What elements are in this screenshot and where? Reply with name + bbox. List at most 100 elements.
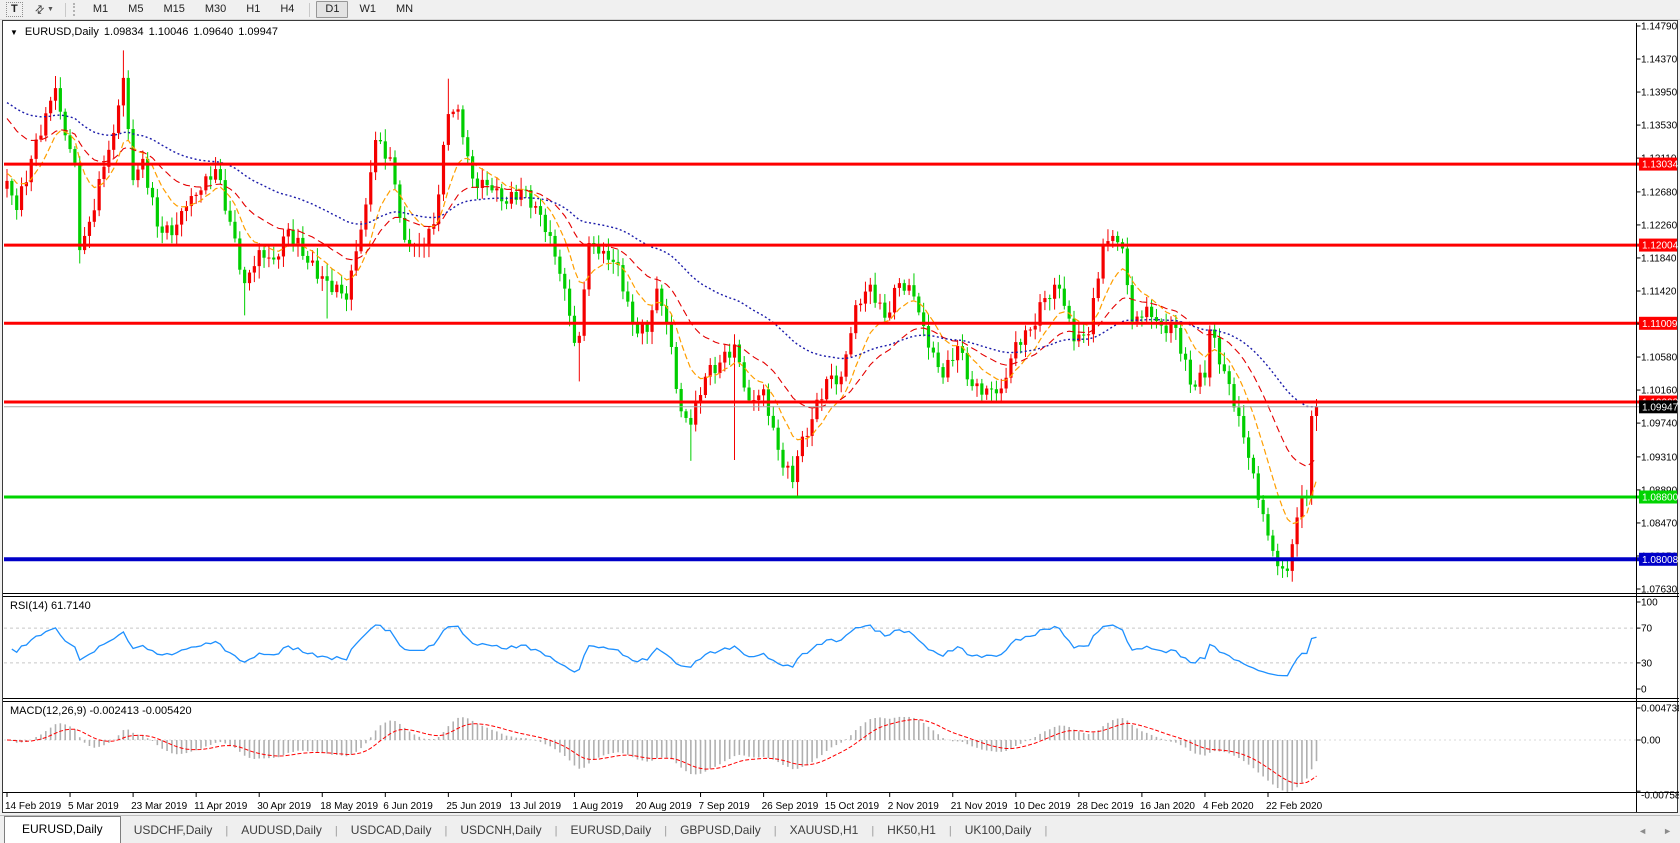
- timeframe-button-group: M1M5M15M30H1H4 D1W1MN: [83, 1, 423, 18]
- price-tick-label: 1.13950: [1641, 88, 1678, 99]
- ohlc-open: 1.09834: [104, 26, 144, 38]
- chart-tab-gbpusd-daily[interactable]: GBPUSD,Daily: [667, 819, 774, 843]
- chart-tab-usdcnh-daily[interactable]: USDCNH,Daily: [447, 819, 554, 843]
- price-tick-label: 1.08470: [1641, 518, 1678, 529]
- timeframe-button-d1[interactable]: D1: [316, 1, 348, 18]
- chart-tab-uk100-daily[interactable]: UK100,Daily: [952, 819, 1045, 843]
- chart-symbol: EURUSD,Daily: [25, 26, 99, 38]
- tab-scroll-left-icon[interactable]: ◄: [1638, 826, 1647, 836]
- macd-pane[interactable]: [4, 717, 1641, 792]
- rsi-tick-label: 70: [1641, 624, 1653, 635]
- chart-tab-audusd-daily[interactable]: AUDUSD,Daily: [228, 819, 335, 843]
- price-tick-label: 1.11420: [1641, 286, 1677, 297]
- current-price-label: 1.09947: [1642, 402, 1679, 413]
- date-tick-label: 2 Nov 2019: [888, 801, 940, 812]
- price-tick-label: 1.10580: [1641, 353, 1678, 364]
- arrow-objects-button[interactable]: ⇄ ▼: [31, 3, 58, 16]
- macd-tick-label: 0.00: [1641, 736, 1661, 747]
- chart-tab-eurusd-daily[interactable]: EURUSD,Daily: [558, 819, 665, 843]
- date-tick-label: 7 Sep 2019: [699, 801, 751, 812]
- timeframe-button-w1[interactable]: W1: [350, 1, 385, 18]
- price-tick-label: 1.09740: [1641, 419, 1678, 430]
- title-collapse-icon: ▼: [10, 28, 18, 37]
- rsi-tick-label: 100: [1641, 598, 1658, 609]
- timeframe-button-m5[interactable]: M5: [119, 1, 152, 18]
- toolbar-separator: [65, 3, 66, 17]
- date-tick-label: 4 Feb 2020: [1203, 801, 1254, 812]
- top-toolbar: T ⇄ ▼ M1M5M15M30H1H4 D1W1MN: [0, 0, 1680, 20]
- date-tick-label: 6 Jun 2019: [383, 801, 433, 812]
- date-tick-label: 23 Mar 2019: [131, 801, 188, 812]
- price-tick-label: 1.10160: [1641, 386, 1678, 397]
- date-tick-label: 11 Apr 2019: [194, 801, 248, 812]
- level-price-label: 1.13034: [1642, 160, 1679, 171]
- tab-separator: |: [1044, 825, 1047, 843]
- chart-tab-bar: EURUSD,DailyUSDCHF,Daily|AUDUSD,Daily|US…: [0, 815, 1680, 843]
- date-scale[interactable]: 14 Feb 2019 5 Mar 2019 23 Mar 2019 11 Apr 2…: [5, 792, 1323, 812]
- date-tick-label: 1 Aug 2019: [572, 801, 623, 812]
- chart-tab-usdcad-daily[interactable]: USDCAD,Daily: [338, 819, 445, 843]
- timeframe-button-m30[interactable]: M30: [196, 1, 235, 18]
- date-tick-label: 10 Dec 2019: [1014, 801, 1071, 812]
- date-tick-label: 15 Oct 2019: [825, 801, 880, 812]
- rsi-tick-label: 30: [1641, 658, 1653, 669]
- price-pane[interactable]: [5, 50, 1318, 581]
- price-tick-label: 1.14370: [1641, 55, 1678, 66]
- toolbar-grip: [73, 3, 77, 16]
- macd-indicator-label: MACD(12,26,9) -0.002413 -0.005420: [10, 705, 192, 717]
- level-price-label: 1.08008: [1642, 555, 1679, 566]
- fast-ma-line: [7, 131, 1317, 524]
- price-tick-label: 1.12260: [1641, 220, 1678, 231]
- price-tick-label: 1.11840: [1641, 253, 1677, 264]
- trading-terminal: { "toolbar": { "text_tool_label": "T", "…: [0, 0, 1680, 843]
- date-tick-label: 20 Aug 2019: [636, 801, 693, 812]
- date-tick-label: 26 Sep 2019: [762, 801, 819, 812]
- date-tick-label: 28 Dec 2019: [1077, 801, 1134, 812]
- rsi-tick-label: 0: [1641, 685, 1647, 696]
- date-tick-label: 30 Apr 2019: [257, 801, 311, 812]
- timeframe-button-h4[interactable]: H4: [271, 1, 303, 18]
- date-tick-label: 5 Mar 2019: [68, 801, 119, 812]
- date-tick-label: 22 Feb 2020: [1266, 801, 1323, 812]
- level-price-label: 1.08800: [1642, 493, 1679, 504]
- date-tick-label: 25 Jun 2019: [446, 801, 501, 812]
- text-tool-icon: T: [6, 2, 23, 17]
- chevron-down-icon: ▼: [47, 6, 54, 13]
- date-tick-label: 18 May 2019: [320, 801, 378, 812]
- level-price-label: 1.12004: [1642, 241, 1679, 252]
- chart-tabs: EURUSD,DailyUSDCHF,Daily|AUDUSD,Daily|US…: [0, 816, 1047, 843]
- timeframe-button-h1[interactable]: H1: [237, 1, 269, 18]
- ohlc-high: 1.10046: [149, 26, 189, 38]
- timeframe-button-mn[interactable]: MN: [387, 1, 422, 18]
- date-tick-label: 21 Nov 2019: [951, 801, 1008, 812]
- level-price-label: 1.11009: [1642, 319, 1678, 330]
- price-tick-label: 1.12680: [1641, 187, 1678, 198]
- slow-ma-line: [7, 103, 1317, 407]
- rsi-pane[interactable]: [4, 625, 1641, 676]
- date-tick-label: 14 Feb 2019: [5, 801, 62, 812]
- text-tool-button[interactable]: T: [2, 2, 27, 17]
- ohlc-low: 1.09640: [193, 26, 233, 38]
- price-tick-label: 1.09310: [1641, 452, 1678, 463]
- chart-tab-xauusd-h1[interactable]: XAUUSD,H1: [777, 819, 872, 843]
- tab-scroll-right-icon[interactable]: ►: [1663, 826, 1672, 836]
- price-scale[interactable]: 1.147901.143701.139501.135301.131101.126…: [1637, 22, 1680, 813]
- timeframe-button-m15[interactable]: M15: [154, 1, 193, 18]
- tab-scroll-controls: ◄ ►: [1638, 826, 1672, 836]
- chart-window[interactable]: 1.147901.143701.139501.135301.131101.126…: [2, 20, 1678, 813]
- price-tick-label: 1.14790: [1641, 22, 1678, 33]
- ohlc-close: 1.09947: [238, 26, 278, 38]
- candles-layer: [5, 50, 1318, 581]
- chart-tab-hk50-h1[interactable]: HK50,H1: [874, 819, 949, 843]
- chart-tab-usdchf-daily[interactable]: USDCHF,Daily: [121, 819, 226, 843]
- macd-tick-label: 0.004738: [1641, 704, 1679, 715]
- date-tick-label: 13 Jul 2019: [509, 801, 561, 812]
- date-tick-label: 16 Jan 2020: [1140, 801, 1195, 812]
- toolbar-separator: [309, 3, 310, 17]
- rsi-line: [12, 625, 1317, 676]
- chart-canvas[interactable]: 1.147901.143701.139501.135301.131101.126…: [3, 21, 1679, 814]
- diagonal-arrows-icon: ⇄: [31, 2, 47, 18]
- chart-title: ▼ EURUSD,Daily 1.09834 1.10046 1.09640 1…: [10, 26, 278, 38]
- chart-tab-eurusd-daily[interactable]: EURUSD,Daily: [4, 816, 121, 843]
- timeframe-button-m1[interactable]: M1: [84, 1, 117, 18]
